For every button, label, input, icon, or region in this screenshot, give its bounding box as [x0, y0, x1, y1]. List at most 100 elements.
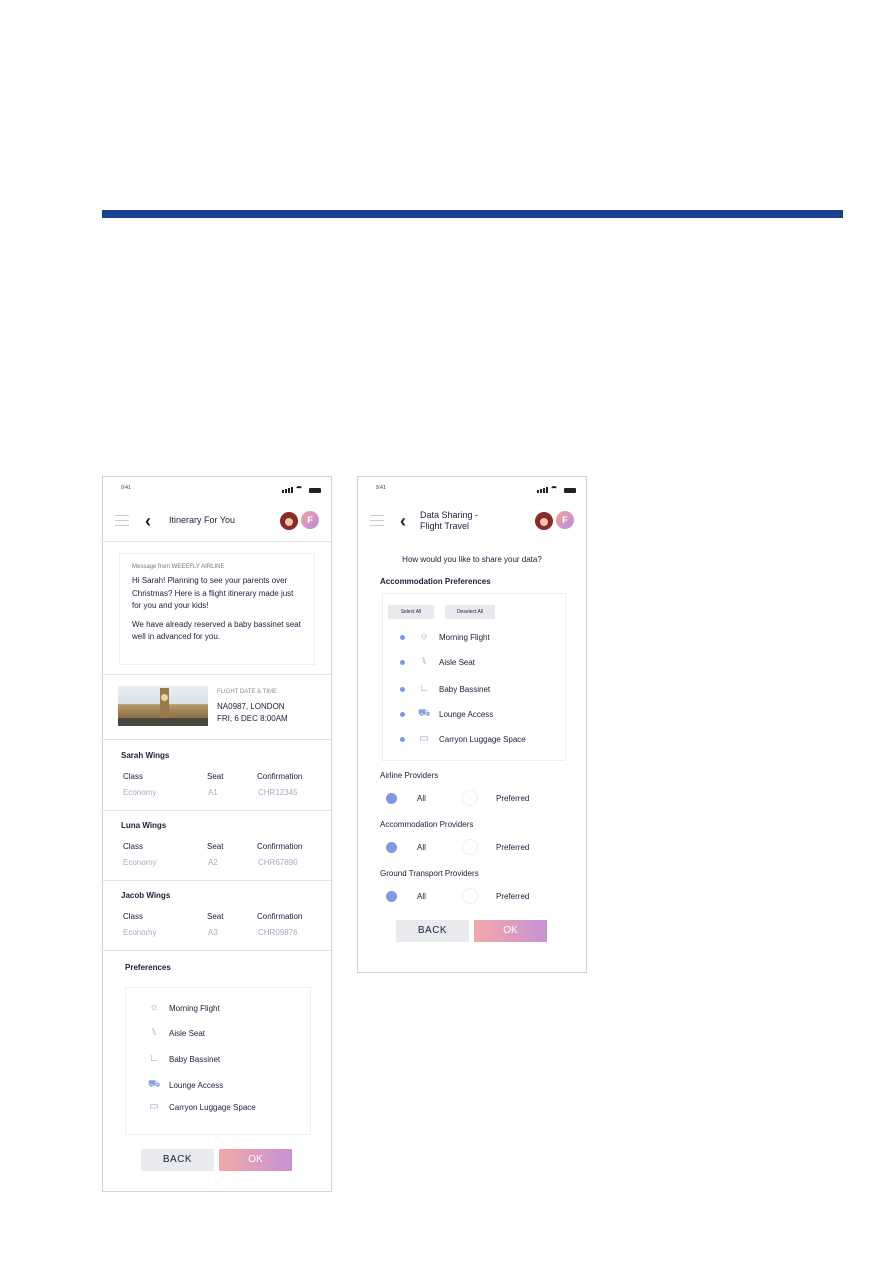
battery-icon: [564, 488, 576, 493]
seat-icon: ⑊: [151, 1027, 157, 1038]
wifi-icon: [550, 486, 558, 492]
lounge-icon: ⛟: [148, 1079, 161, 1090]
radio-preferred-label: Preferred: [496, 843, 530, 852]
preference-option[interactable]: ∟ Baby Bassinet: [400, 684, 490, 694]
seat-header: Seat: [207, 912, 224, 921]
page-title-line: Flight Travel: [420, 521, 470, 531]
seat-header: Seat: [207, 772, 224, 781]
preferences-list: ☼ Morning Flight ⑊ Aisle Seat ∟ Baby Bas…: [125, 987, 311, 1135]
app-header: ‹ Data Sharing - Flight Travel F: [358, 507, 586, 537]
status-bar: 9:41: [358, 485, 586, 497]
class-header: Class: [123, 912, 144, 921]
radio-preferred-label: Preferred: [496, 892, 530, 901]
flight-info: NA0987, LONDON FRI, 6 DEC 8:00AM: [217, 701, 288, 725]
radio-preferred[interactable]: [462, 790, 478, 806]
preference-label: Baby Bassinet: [439, 684, 491, 694]
message-paragraph: We have already reserved a baby bassinet…: [132, 619, 301, 642]
selected-dot-icon: [400, 711, 405, 717]
select-all-button[interactable]: Select All: [388, 605, 434, 619]
page-title: Data Sharing - Flight Travel: [420, 510, 478, 532]
back-button[interactable]: BACK: [141, 1149, 214, 1171]
message-paragraph: Hi Sarah! Planning to see your parents o…: [132, 576, 294, 610]
status-time: 9:41: [121, 485, 131, 491]
flight-code: NA0987, LONDON: [217, 702, 285, 711]
deselect-all-button[interactable]: Deselect All: [445, 605, 495, 619]
menu-icon[interactable]: [115, 515, 129, 530]
radio-all-selected[interactable]: [386, 842, 397, 853]
back-chevron-icon[interactable]: ‹: [400, 512, 406, 530]
back-chevron-icon[interactable]: ‹: [145, 512, 151, 530]
passenger-block: Jacob Wings Class Seat Confirmation Econ…: [103, 881, 331, 951]
preference-label: Lounge Access: [439, 709, 494, 719]
confirmation-value: CHR09876: [258, 928, 298, 937]
passenger-name: Jacob Wings: [121, 891, 171, 900]
preference-item: ⑊ Aisle Seat: [148, 1028, 205, 1038]
question-text: How would you like to share your data?: [402, 555, 542, 564]
class-value: Economy: [123, 788, 157, 797]
status-bar: 9:41: [103, 485, 331, 497]
class-header: Class: [123, 772, 144, 781]
selected-dot-icon: [400, 686, 405, 692]
divider: [103, 674, 331, 675]
selected-dot-icon: [400, 634, 405, 640]
preferences-title: Preferences: [125, 963, 171, 972]
avatar[interactable]: [279, 511, 299, 531]
divider: [103, 739, 331, 740]
radio-all-label: All: [417, 794, 426, 803]
seat-header: Seat: [207, 842, 224, 851]
london-photo: [118, 686, 208, 726]
seat-value: A2: [208, 858, 218, 867]
class-value: Economy: [123, 858, 157, 867]
seat-icon: ⑊: [421, 656, 427, 667]
radio-preferred-label: Preferred: [496, 794, 530, 803]
signal-icon: [537, 487, 548, 493]
confirmation-header: Confirmation: [257, 912, 303, 921]
preference-item: ⛟ Lounge Access: [148, 1080, 223, 1090]
message-body: Hi Sarah! Planning to see your parents o…: [132, 575, 302, 644]
bridge-shape: [118, 718, 208, 726]
radio-all-label: All: [417, 892, 426, 901]
menu-icon[interactable]: [370, 515, 384, 530]
message-sender: Message from WEEEFLY AIRLINE: [132, 564, 225, 570]
radio-preferred[interactable]: [462, 888, 478, 904]
passenger-name: Sarah Wings: [121, 751, 170, 760]
preference-label: Carryon Luggage Space: [169, 1102, 256, 1112]
seat-value: A3: [208, 928, 218, 937]
preference-label: Morning Flight: [169, 1003, 220, 1013]
preference-option[interactable]: ⑊ Aisle Seat: [400, 657, 475, 667]
divider: [103, 541, 331, 542]
back-button[interactable]: BACK: [396, 920, 469, 942]
preference-label: Baby Bassinet: [169, 1054, 221, 1064]
confirmation-header: Confirmation: [257, 772, 303, 781]
preference-label: Lounge Access: [169, 1080, 224, 1090]
preference-option[interactable]: ☼ Morning Flight: [400, 632, 490, 642]
preference-item: ▭ Carryon Luggage Space: [148, 1101, 256, 1112]
preference-option[interactable]: ⛟ Lounge Access: [400, 709, 493, 719]
seat-value: A1: [208, 788, 218, 797]
preference-item: ∟ Baby Bassinet: [148, 1054, 220, 1064]
airline-logo-icon[interactable]: F: [301, 511, 319, 529]
battery-icon: [309, 488, 321, 493]
passenger-block: Luna Wings Class Seat Confirmation Econo…: [103, 811, 331, 881]
radio-preferred[interactable]: [462, 839, 478, 855]
class-value: Economy: [123, 928, 157, 937]
avatar[interactable]: [534, 511, 554, 531]
radio-all-selected[interactable]: [386, 891, 397, 902]
airline-logo-icon[interactable]: F: [556, 511, 574, 529]
confirmation-value: CHR67890: [258, 858, 298, 867]
confirmation-value: CHR12345: [258, 788, 298, 797]
sun-icon: ☼: [149, 1002, 159, 1013]
flight-datetime: FRI, 6 DEC 8:00AM: [217, 714, 288, 723]
lounge-icon: ⛟: [418, 708, 431, 719]
ok-button[interactable]: OK: [219, 1149, 292, 1171]
ok-button[interactable]: OK: [474, 920, 547, 942]
airline-providers-title: Airline Providers: [380, 771, 439, 780]
luggage-icon: ▭: [149, 1101, 159, 1112]
radio-all-selected[interactable]: [386, 793, 397, 804]
page-title-line: Data Sharing -: [420, 510, 479, 520]
sun-icon: ☼: [419, 631, 429, 642]
status-time: 9:41: [376, 485, 386, 491]
signal-icon: [282, 487, 293, 493]
preference-option[interactable]: ▭ Carryon Luggage Space: [400, 734, 526, 744]
preference-label: Aisle Seat: [169, 1028, 206, 1038]
